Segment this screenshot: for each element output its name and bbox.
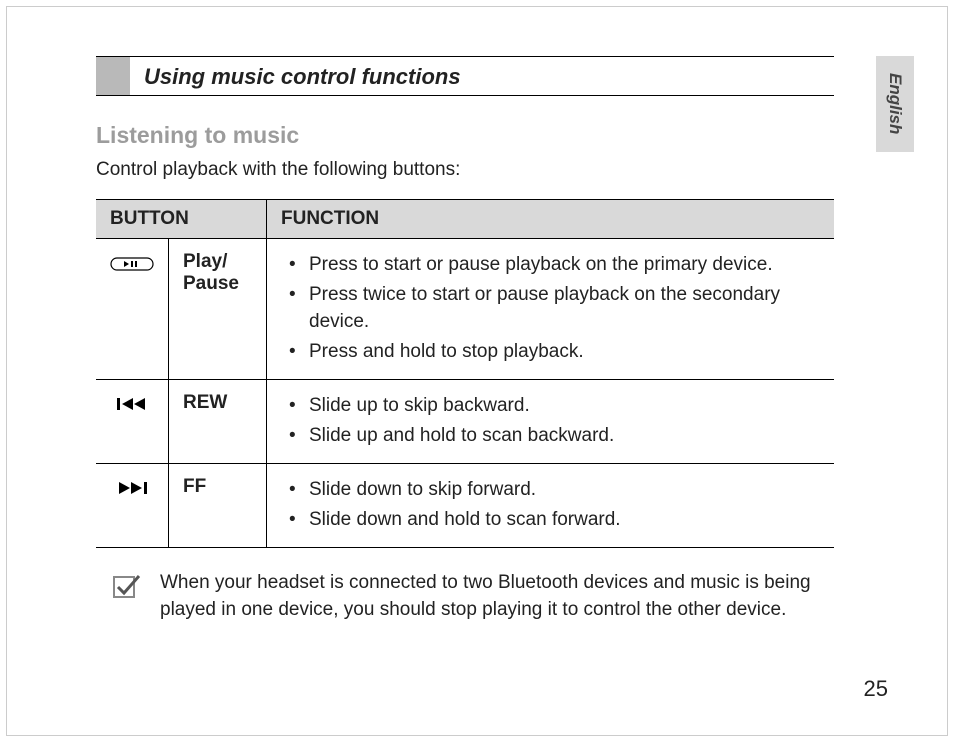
table-row: Play/ Pause Press to start or pause play… [96,239,834,380]
section-title: Using music control functions [144,57,461,95]
function-item: Press and hold to stop playback. [285,338,820,366]
table-row: REW Slide up to skip backward. Slide up … [96,380,834,464]
checkmark-icon [112,572,142,623]
icon-cell [96,239,169,380]
function-item: Slide down and hold to scan forward. [285,506,820,534]
button-function-table: BUTTON FUNCTION Play/ Pause Press to sta… [96,199,834,548]
button-label: Play/ Pause [169,239,267,380]
note-block: When your headset is connected to two Bl… [96,570,834,623]
function-item: Slide up to skip backward. [285,392,820,420]
language-tab: English [876,56,914,152]
function-cell: Slide down to skip forward. Slide down a… [267,464,835,548]
play-pause-button-icon [110,255,154,273]
button-label: FF [169,464,267,548]
page-number: 25 [864,676,888,702]
function-cell: Press to start or pause playback on the … [267,239,835,380]
note-text: When your headset is connected to two Bl… [160,570,834,623]
function-item: Press to start or pause playback on the … [285,251,820,279]
function-item: Press twice to start or pause playback o… [285,281,820,336]
section-marker [96,57,130,95]
rewind-icon [115,396,149,412]
intro-text: Control playback with the following butt… [96,159,834,181]
function-cell: Slide up to skip backward. Slide up and … [267,380,835,464]
table-row: FF Slide down to skip forward. Slide dow… [96,464,834,548]
icon-cell [96,464,169,548]
button-label: REW [169,380,267,464]
table-header-button: BUTTON [96,200,267,239]
language-label: English [885,73,905,134]
icon-cell [96,380,169,464]
table-header-function: FUNCTION [267,200,835,239]
function-item: Slide up and hold to scan backward. [285,422,820,450]
function-item: Slide down to skip forward. [285,476,820,504]
sub-heading: Listening to music [96,122,834,149]
section-header: Using music control functions [96,56,834,96]
fast-forward-icon [115,480,149,496]
